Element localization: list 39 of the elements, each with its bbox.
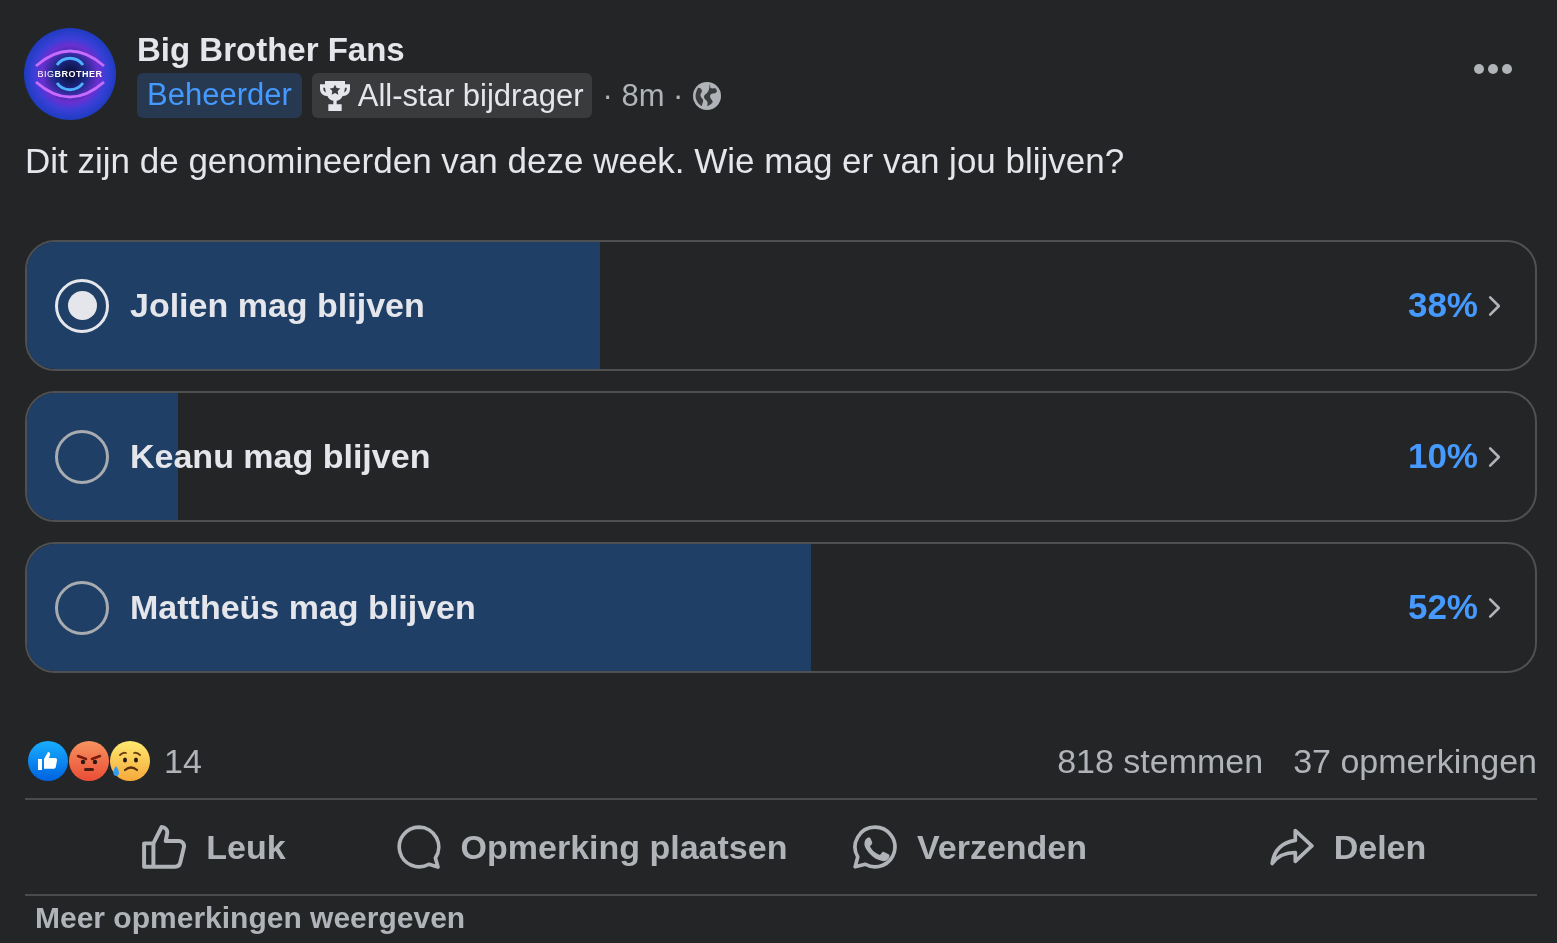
option-label: Jolien mag blijven	[130, 285, 425, 326]
role-badge: Beheerder	[137, 73, 302, 118]
globe-icon	[693, 81, 722, 110]
vote-percentage: 38%	[1407, 284, 1478, 327]
more-comments-link[interactable]: Meer opmerkingen weergeven	[35, 900, 466, 936]
poll-option[interactable]: Jolien mag blijven 38%	[25, 240, 1537, 371]
poll-option[interactable]: Mattheüs mag blijven 52%	[25, 542, 1537, 673]
thumbs-up-icon	[142, 825, 187, 869]
group-avatar[interactable]	[24, 28, 116, 120]
like-button[interactable]: Leuk	[142, 821, 286, 873]
comment-button[interactable]: Opmerking plaatsen	[396, 821, 788, 873]
angry-reaction-icon	[69, 741, 109, 781]
logo-text: BIGBROTHER	[37, 68, 103, 80]
trophy-icon	[319, 80, 350, 111]
share-button[interactable]: Delen	[1269, 821, 1427, 873]
chevron-right-icon	[1488, 445, 1501, 468]
author-name[interactable]: Big Brother Fans	[137, 30, 405, 70]
like-reaction-icon	[28, 741, 68, 781]
option-label: Keanu mag blijven	[130, 436, 431, 477]
more-icon	[1474, 64, 1512, 74]
radio-button[interactable]	[55, 580, 109, 635]
option-label: Mattheüs mag blijven	[130, 587, 476, 628]
send-button[interactable]: Verzenden	[852, 821, 1088, 873]
poll-option[interactable]: Keanu mag blijven 10%	[25, 391, 1537, 522]
phone-bubble-icon	[852, 825, 897, 869]
share-arrow-icon	[1269, 828, 1314, 866]
vote-percentage: 52%	[1407, 586, 1478, 629]
vote-count[interactable]: 818 stemmen	[1057, 735, 1264, 787]
post-text: Dit zijn de genomineerden van deze week. Wie mag er van jou blijven?	[25, 141, 1125, 181]
vote-percentage: 10%	[1407, 435, 1478, 478]
reaction-count[interactable]: 14	[164, 735, 202, 787]
chevron-right-icon	[1488, 294, 1501, 317]
badge-label: All-star bijdrager	[357, 77, 584, 114]
radio-button[interactable]	[55, 429, 109, 484]
speech-bubble-icon	[396, 825, 441, 869]
sad-reaction-icon	[110, 741, 150, 781]
chevron-right-icon	[1488, 596, 1501, 619]
post-time: · 8m ·	[602, 77, 684, 114]
comment-count[interactable]: 37 opmerkingen	[1293, 735, 1537, 787]
